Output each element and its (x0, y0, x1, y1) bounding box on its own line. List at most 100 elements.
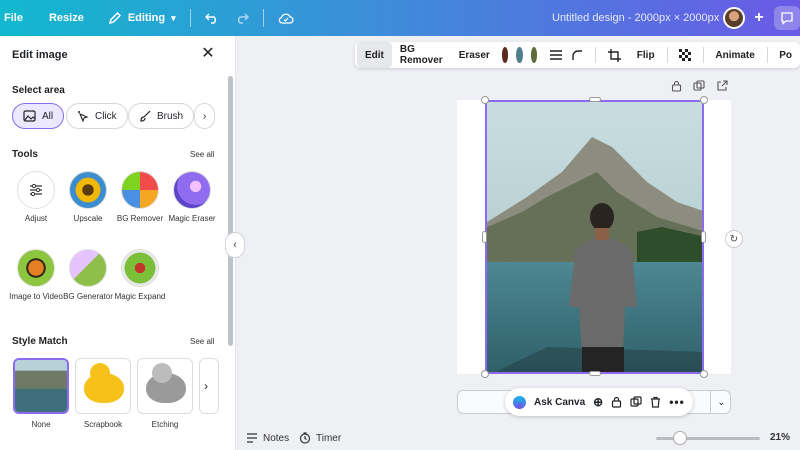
corner-rounding-button[interactable] (571, 42, 591, 68)
tool-label: Upscale (73, 214, 103, 223)
color-swatch-3[interactable] (530, 47, 538, 63)
chevron-left-icon: ‹ (233, 239, 237, 251)
style-match-see-all-link[interactable]: See all (190, 337, 214, 346)
style-label: Etching (151, 420, 179, 429)
resize-handle-left[interactable] (482, 231, 487, 243)
zoom-slider-track[interactable] (656, 437, 760, 440)
checkerboard-icon (678, 49, 691, 61)
bg-remover-button[interactable]: BG Remover (392, 42, 451, 68)
tool-label: BG Generator (63, 292, 113, 301)
zoom-level[interactable]: 21% (770, 432, 790, 443)
select-all-button[interactable]: All (12, 103, 65, 129)
tool-label: BG Remover (116, 214, 164, 223)
brush-icon (140, 110, 151, 122)
style-etching-card[interactable] (137, 358, 193, 414)
lock-icon[interactable] (669, 80, 683, 94)
ladybug-thumb-icon (121, 249, 159, 287)
color-swatch-2[interactable] (516, 47, 523, 63)
pill-label: Click (95, 110, 117, 122)
comments-button[interactable] (774, 6, 800, 30)
tool-label: Magic Eraser (168, 214, 216, 223)
expand-pages-button[interactable]: ⌄ (710, 390, 732, 414)
rotate-handle[interactable]: ↻ (725, 230, 743, 248)
duplicate-icon[interactable] (630, 396, 642, 408)
duplicate-icon[interactable] (692, 80, 706, 94)
resize-handle-tr[interactable] (700, 96, 708, 104)
tool-magic-eraser[interactable]: Magic Eraser (164, 171, 220, 224)
animate-button[interactable]: Animate (707, 42, 762, 68)
select-click-button[interactable]: Click (66, 103, 128, 129)
edit-image-panel: Edit image ✕ Select area All Click Brush… (0, 36, 236, 450)
redo-button[interactable] (227, 0, 257, 36)
resize-handle-bottom[interactable] (589, 371, 601, 376)
style-scrapbook-card[interactable] (75, 358, 131, 414)
mountain-photo (487, 102, 702, 372)
eraser-button[interactable]: Eraser (451, 42, 498, 68)
pill-label: All (42, 110, 54, 122)
style-none-card[interactable] (13, 358, 69, 414)
resize-handle-br[interactable] (700, 370, 708, 378)
comment-icon (781, 12, 793, 25)
editing-menu[interactable]: Editing ▾ (92, 0, 184, 36)
ball-thumb-icon (121, 171, 159, 209)
timer-icon (299, 432, 311, 444)
collapse-panel-button[interactable]: ‹ (225, 232, 245, 258)
ask-canva-button[interactable]: Ask Canva (534, 397, 585, 408)
add-collaborator-button[interactable]: + (748, 7, 770, 29)
avatar[interactable] (723, 7, 745, 29)
tool-bg-generator[interactable]: BG Generator (60, 249, 116, 302)
chevron-down-icon: ⌄ (717, 396, 726, 408)
resize-menu[interactable]: Resize (31, 0, 92, 36)
notes-button[interactable]: Notes (246, 432, 289, 444)
editing-label: Editing (127, 12, 166, 24)
close-icon[interactable]: ✕ (200, 46, 216, 62)
style-match-heading: Style Match (12, 336, 68, 347)
timer-button[interactable]: Timer (299, 432, 341, 444)
tools-heading: Tools (12, 149, 38, 160)
undo-button[interactable] (197, 0, 227, 36)
chevron-right-icon: › (204, 379, 208, 393)
style-none-thumb (15, 360, 67, 412)
rotate-icon: ↻ (729, 233, 739, 245)
tool-adjust[interactable]: Adjust (8, 171, 64, 224)
add-comment-icon[interactable]: ⊕ (593, 395, 603, 409)
trash-icon[interactable] (650, 396, 661, 408)
resize-handle-bl[interactable] (481, 370, 489, 378)
file-menu[interactable]: File (0, 0, 31, 36)
resize-handle-right[interactable] (701, 231, 706, 243)
design-title[interactable]: Untitled design - 2000px × 2000px (552, 12, 719, 24)
panel-scrollbar[interactable] (228, 76, 233, 346)
position-button[interactable]: Po (771, 42, 800, 68)
pill-label: Brush (157, 110, 184, 122)
select-brush-button[interactable]: Brush (128, 103, 195, 129)
crop-button[interactable] (600, 42, 629, 68)
flip-button[interactable]: Flip (629, 42, 663, 68)
tool-upscale[interactable]: Upscale (60, 171, 116, 224)
edit-button[interactable]: Edit (357, 42, 392, 68)
cloud-save-button[interactable] (270, 0, 302, 36)
lock-icon[interactable] (611, 396, 622, 408)
transparency-button[interactable] (671, 42, 699, 68)
style-more-card[interactable]: › (199, 358, 219, 414)
tools-see-all-link[interactable]: See all (190, 150, 214, 159)
selected-image[interactable] (485, 100, 704, 374)
zoom-slider-handle[interactable] (673, 431, 687, 445)
resize-handle-top[interactable] (589, 97, 601, 102)
duck-head-thumb (90, 363, 110, 383)
tool-bg-remover[interactable]: BG Remover (112, 171, 168, 224)
resize-handle-tl[interactable] (481, 96, 489, 104)
border-style-button[interactable] (541, 42, 571, 68)
ask-canva-toolbar: Ask Canva ⊕ ••• (505, 388, 693, 416)
tool-magic-expand[interactable]: Magic Expand (112, 249, 168, 302)
more-options-icon[interactable]: ••• (669, 395, 685, 409)
share-icon[interactable] (715, 80, 729, 94)
eraser-thumb-icon (173, 171, 211, 209)
top-bar: File Resize Editing ▾ Untitled design - … (0, 0, 800, 36)
topbar-divider (189, 9, 191, 27)
style-label: Scrapbook (83, 420, 123, 429)
select-more-button[interactable]: › (194, 103, 216, 129)
notes-icon (247, 433, 257, 443)
tool-label: Adjust (24, 214, 48, 223)
tool-image-to-video[interactable]: Image to Video (8, 249, 64, 302)
color-swatch-1[interactable] (501, 47, 509, 63)
